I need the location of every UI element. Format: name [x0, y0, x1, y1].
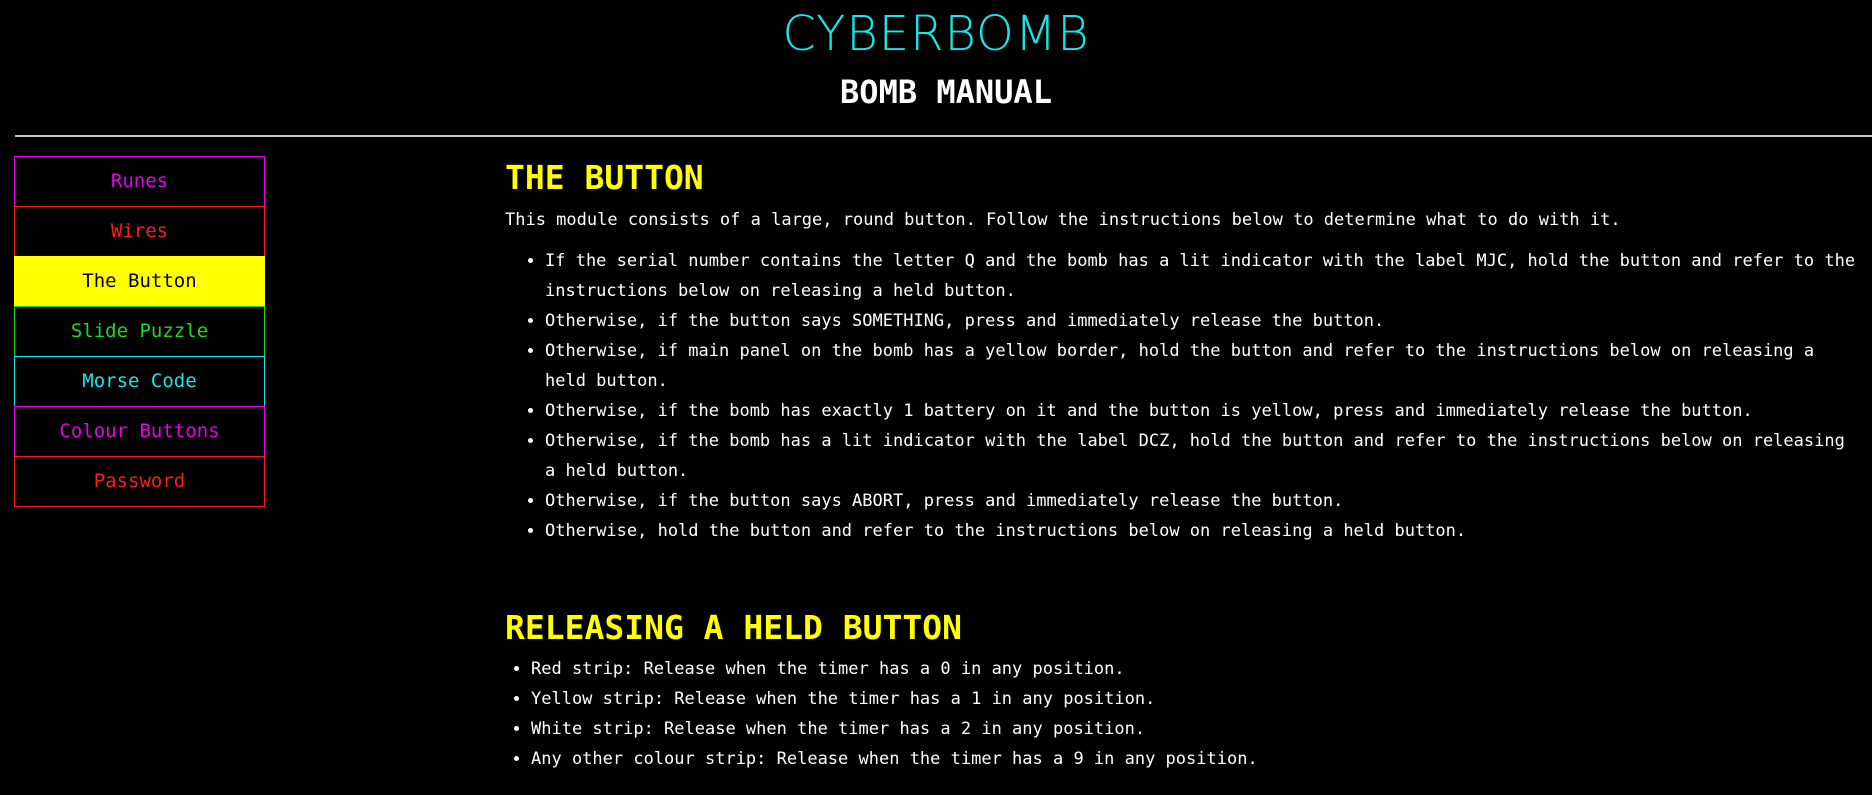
list-item: Otherwise, if the button says SOMETHING,… [545, 306, 1865, 336]
module-content: THE BUTTON This module consists of a lar… [505, 152, 1865, 546]
nav-item-password[interactable]: Password [14, 456, 265, 507]
page-subtitle: BOMB MANUAL [840, 73, 1052, 111]
list-item: If the serial number contains the letter… [545, 246, 1865, 306]
release-title: RELEASING A HELD BUTTON [505, 608, 962, 647]
list-item: White strip: Release when the timer has … [531, 714, 1865, 744]
module-intro: This module consists of a large, round b… [505, 210, 1621, 230]
nav-item-colour-buttons[interactable]: Colour Buttons [14, 406, 265, 457]
nav-item-label: Slide Puzzle [70, 320, 209, 342]
button-rules-list: If the serial number contains the letter… [505, 246, 1865, 546]
page-header: CYBERBOMB BOMB MANUAL [0, 0, 1872, 136]
header-divider [15, 135, 1872, 137]
list-item: Otherwise, hold the button and refer to … [545, 516, 1865, 546]
list-item: Otherwise, if the bomb has a lit indicat… [545, 426, 1865, 486]
nav-item-slide-puzzle[interactable]: Slide Puzzle [14, 306, 265, 357]
release-section: RELEASING A HELD BUTTON Red strip: Relea… [505, 602, 1865, 774]
list-item: Yellow strip: Release when the timer has… [531, 684, 1865, 714]
list-item: Otherwise, if main panel on the bomb has… [545, 336, 1865, 396]
list-item: Otherwise, if the button says ABORT, pre… [545, 486, 1865, 516]
nav-item-label: The Button [82, 270, 197, 292]
nav-item-label: Runes [110, 170, 169, 192]
site-logo: CYBERBOMB [782, 6, 1090, 62]
nav-item-label: Colour Buttons [59, 420, 220, 442]
nav-item-the-button[interactable]: The Button [14, 256, 265, 307]
list-item: Any other colour strip: Release when the… [531, 744, 1865, 774]
nav-item-label: Morse Code [82, 370, 197, 392]
nav-item-label: Password [93, 470, 186, 492]
nav-item-label: Wires [110, 220, 169, 242]
nav-item-wires[interactable]: Wires [14, 206, 265, 257]
strip-rules-list: Red strip: Release when the timer has a … [505, 654, 1865, 774]
list-item: Otherwise, if the bomb has exactly 1 bat… [545, 396, 1865, 426]
module-nav: Runes Wires The Button Slide Puzzle Mors… [14, 156, 265, 507]
section-title: THE BUTTON [505, 158, 704, 197]
list-item: Red strip: Release when the timer has a … [531, 654, 1865, 684]
nav-item-morse-code[interactable]: Morse Code [14, 356, 265, 407]
nav-item-runes[interactable]: Runes [14, 156, 265, 207]
